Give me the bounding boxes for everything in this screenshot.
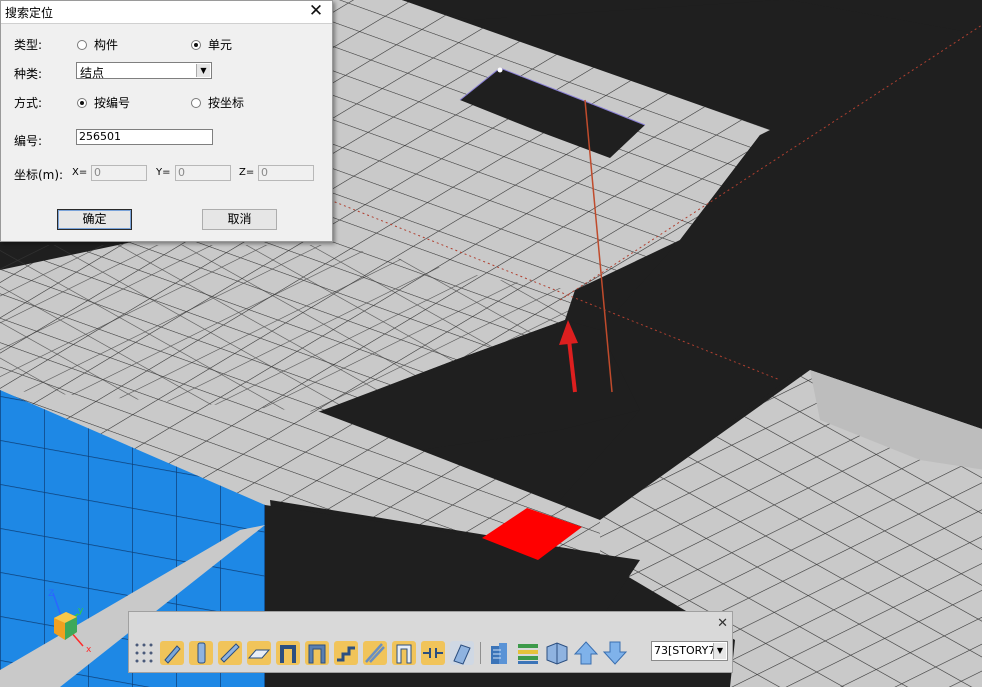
wall-edit-icon[interactable]	[449, 640, 475, 666]
axis-z-label: Z	[48, 589, 54, 599]
building-icon[interactable]	[486, 640, 512, 666]
story-view-icon[interactable]	[544, 640, 570, 666]
stair-tool-icon[interactable]	[333, 640, 359, 666]
radio-by-id-dot[interactable]	[77, 97, 87, 108]
radio-by-id[interactable]: 按编号	[77, 94, 130, 111]
cancel-button[interactable]: 取消	[202, 209, 277, 230]
radio-component[interactable]: 构件	[77, 36, 118, 53]
id-label: 编号:	[14, 134, 43, 148]
door-frame-tool-icon[interactable]	[304, 640, 330, 666]
kind-label: 种类:	[14, 67, 43, 81]
story-up-icon[interactable]	[573, 640, 599, 666]
radio-element[interactable]: 单元	[191, 36, 232, 53]
type-label: 类型:	[14, 38, 43, 52]
search-locate-dialog: 搜索定位 ✕ 类型: 构件 单元 种类: 结点 ▼ 方式: 按编号 按坐标 编号…	[0, 0, 333, 242]
kind-select-value: 结点	[80, 66, 105, 80]
dialog-titlebar: 搜索定位 ✕	[1, 1, 332, 24]
floor-stack-icon[interactable]	[515, 640, 541, 666]
grip-icon[interactable]	[133, 641, 155, 665]
radio-by-coord-dot[interactable]	[191, 97, 201, 108]
z-input[interactable]: 0	[258, 165, 314, 181]
radio-component-dot[interactable]	[77, 39, 87, 50]
wall-tool-icon[interactable]	[159, 640, 185, 666]
chevron-down-icon[interactable]: ▼	[713, 643, 726, 659]
radio-component-label: 构件	[94, 38, 119, 52]
x-input[interactable]: 0	[91, 165, 147, 181]
radio-by-coord-label: 按坐标	[208, 96, 245, 110]
close-icon[interactable]: ✕	[302, 1, 330, 23]
slab-tool-icon[interactable]	[246, 640, 272, 666]
radio-by-id-label: 按编号	[94, 96, 131, 110]
column-tool-icon[interactable]	[188, 640, 214, 666]
chevron-down-icon[interactable]: ▼	[196, 64, 210, 77]
y-label: Y=	[156, 167, 171, 178]
opening-tool-icon[interactable]	[391, 640, 417, 666]
beam-tool-icon[interactable]	[217, 640, 243, 666]
radio-element-label: 单元	[208, 38, 233, 52]
story-select-value: 73[STORY73]	[654, 644, 714, 657]
axis-x-label: x	[86, 645, 92, 655]
toolbar-separator	[480, 642, 481, 664]
link-tool-icon[interactable]	[420, 640, 446, 666]
axis-y-label: y	[78, 606, 84, 616]
id-input[interactable]: 256501	[76, 129, 213, 145]
radio-element-dot[interactable]	[191, 39, 201, 50]
ok-button[interactable]: 确定	[57, 209, 132, 230]
method-label: 方式:	[14, 96, 43, 110]
node-marker	[497, 67, 503, 73]
brace-tool-icon[interactable]	[362, 640, 388, 666]
toolbar-close-icon[interactable]: ✕	[717, 616, 728, 631]
dialog-title: 搜索定位	[5, 6, 54, 20]
toolbar-icons	[133, 640, 631, 666]
story-select[interactable]: 73[STORY73] ▼	[651, 641, 728, 661]
y-input[interactable]: 0	[175, 165, 231, 181]
kind-select[interactable]: 结点 ▼	[76, 62, 212, 80]
floating-toolbar: ✕	[128, 611, 733, 673]
x-label: X=	[72, 167, 88, 178]
frame-tool-icon[interactable]	[275, 640, 301, 666]
coord-label: 坐标(m):	[14, 168, 64, 182]
z-label: Z=	[239, 167, 255, 178]
story-down-icon[interactable]	[602, 640, 628, 666]
radio-by-coord[interactable]: 按坐标	[191, 94, 244, 111]
